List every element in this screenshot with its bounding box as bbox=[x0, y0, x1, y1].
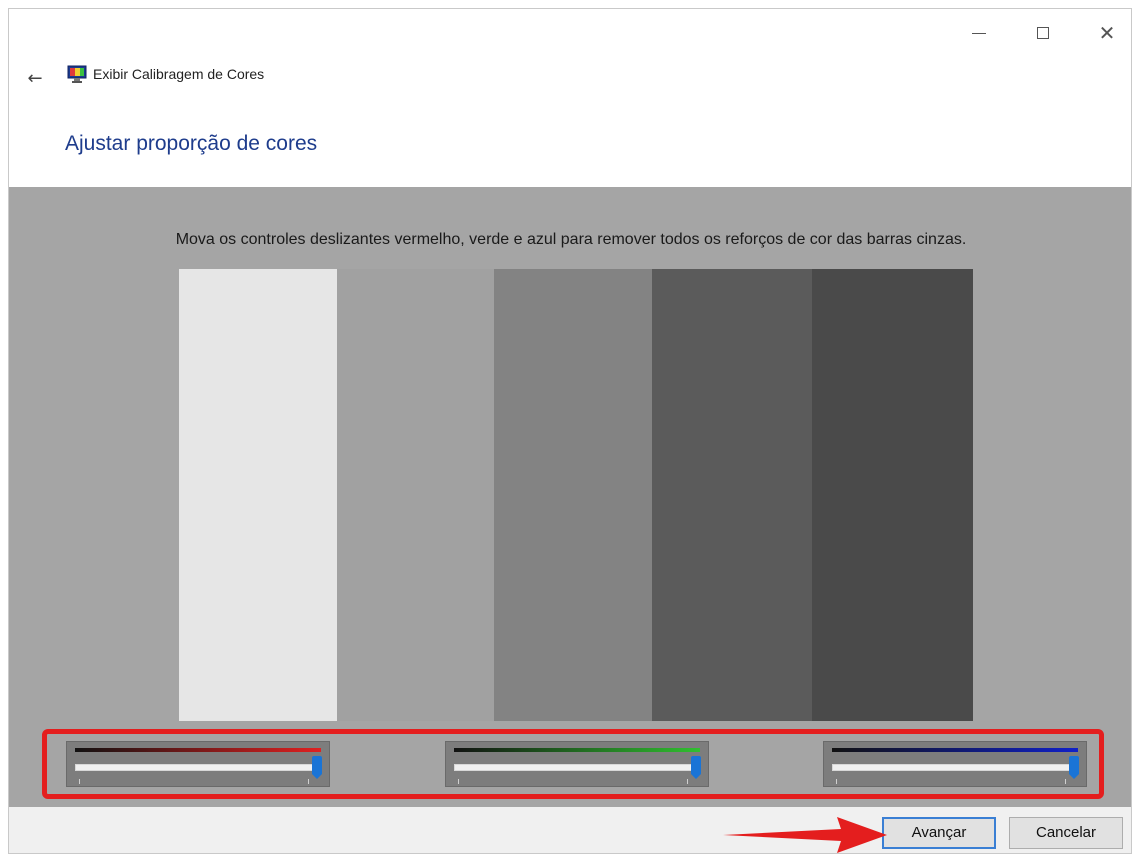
close-button[interactable]: ✕ bbox=[1087, 21, 1127, 45]
gray-bar bbox=[179, 269, 337, 721]
close-icon: ✕ bbox=[1098, 21, 1116, 45]
display-calibration-icon bbox=[67, 65, 87, 83]
blue-slider[interactable] bbox=[823, 741, 1087, 787]
gray-bars bbox=[179, 269, 973, 721]
blue-gradient-line bbox=[832, 748, 1078, 752]
green-gradient-line bbox=[454, 748, 700, 752]
red-arrow-icon bbox=[723, 817, 887, 853]
back-arrow-icon[interactable]: ← bbox=[23, 67, 47, 91]
instruction-text: Mova os controles deslizantes vermelho, … bbox=[175, 231, 967, 248]
blue-slider-thumb[interactable] bbox=[1069, 756, 1079, 779]
minimize-button[interactable] bbox=[959, 21, 999, 45]
slider-tick bbox=[79, 779, 80, 784]
calibration-area: Mova os controles deslizantes vermelho, … bbox=[9, 187, 1131, 807]
slider-track[interactable] bbox=[832, 764, 1072, 771]
gray-bar bbox=[337, 269, 494, 721]
slider-track[interactable] bbox=[454, 764, 694, 771]
slider-tick bbox=[687, 779, 688, 784]
calibration-window: ✕ ← Exibir Calibragem de Cores Ajustar p… bbox=[8, 8, 1132, 854]
red-slider-thumb[interactable] bbox=[312, 756, 322, 779]
slider-tick bbox=[458, 779, 459, 784]
gray-bar bbox=[494, 269, 652, 721]
maximize-button[interactable] bbox=[1023, 21, 1063, 45]
next-button[interactable]: Avançar bbox=[882, 817, 996, 849]
cancel-button[interactable]: Cancelar bbox=[1009, 817, 1123, 849]
slider-track[interactable] bbox=[75, 764, 315, 771]
slider-tick bbox=[1065, 779, 1066, 784]
page-title: Ajustar proporção de cores bbox=[65, 132, 318, 155]
gray-bar bbox=[652, 269, 812, 721]
red-slider[interactable] bbox=[66, 741, 330, 787]
window-title: Exibir Calibragem de Cores bbox=[93, 66, 265, 82]
maximize-icon bbox=[1037, 27, 1049, 39]
minimize-icon bbox=[972, 32, 986, 34]
green-slider-thumb[interactable] bbox=[691, 756, 701, 779]
green-slider[interactable] bbox=[445, 741, 709, 787]
gray-bar bbox=[812, 269, 973, 721]
red-gradient-line bbox=[75, 748, 321, 752]
slider-tick bbox=[308, 779, 309, 784]
slider-tick bbox=[836, 779, 837, 784]
